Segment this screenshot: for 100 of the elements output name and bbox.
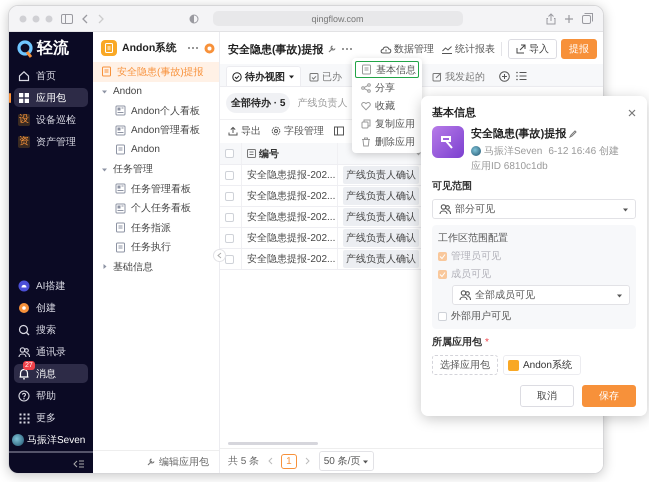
scrollbar-thumb[interactable] [228, 442, 318, 445]
app-name: 安全隐患(事故)提报 [471, 126, 566, 141]
upload-icon [228, 126, 238, 136]
caret-right-icon [101, 263, 108, 270]
page-size-select[interactable]: 50 条/页 [318, 451, 374, 471]
status-tag: 产线负责人确认 [343, 229, 419, 247]
tree-item[interactable]: Andon管理看板 [93, 120, 219, 140]
app-icon: 设 [18, 114, 30, 126]
avatar [471, 146, 481, 156]
nav-item[interactable]: 资 资产管理 [14, 132, 88, 151]
table-cell-text: 安全隐患提报-202... [247, 210, 336, 224]
wrench-icon[interactable] [327, 44, 338, 54]
choose-package-button[interactable]: 选择应用包 [432, 355, 498, 375]
nav-item[interactable]: 首页 [14, 66, 88, 85]
user-name[interactable]: 马振洋Seven [27, 433, 86, 447]
tree-item[interactable]: 任务执行 [93, 238, 219, 257]
robot-icon [18, 280, 30, 292]
row-checkbox[interactable] [225, 234, 234, 242]
toolbar-link[interactable]: 数据管理 [380, 42, 434, 56]
contacts-icon [439, 203, 451, 215]
collapse-handle[interactable] [213, 249, 226, 262]
view-tab[interactable]: 已办 [303, 66, 348, 86]
column-header[interactable]: 编号 [242, 143, 338, 164]
collapse-sidebar-icon[interactable] [73, 459, 85, 469]
sidebar-icon[interactable] [61, 14, 73, 24]
status-tag: 产线负责人确认 [343, 250, 419, 268]
more-icon[interactable] [341, 47, 354, 51]
row-checkbox[interactable] [225, 170, 234, 180]
window-controls-icon[interactable] [19, 14, 53, 22]
number-icon [247, 149, 256, 158]
nav-item[interactable]: 更多 [14, 408, 88, 427]
cancel-button[interactable]: 取消 [520, 385, 574, 407]
contacts-icon [18, 346, 30, 358]
checkbox-label: 外部用户可见 [451, 310, 511, 323]
tree-item[interactable]: 个人任务看板 [93, 198, 219, 218]
toolbar-button[interactable]: 导出 [228, 124, 261, 138]
checkbox[interactable] [438, 312, 447, 320]
dot-icon[interactable] [204, 42, 216, 54]
cloud-icon [380, 44, 392, 54]
view-tab[interactable]: 待办视图 [226, 66, 301, 86]
tree-group-label[interactable]: 基础信息 [113, 260, 153, 274]
row-checkbox[interactable] [225, 212, 234, 222]
add-view-icon[interactable] [499, 70, 510, 82]
view-tab[interactable]: 我发起的 [426, 66, 491, 86]
tree-group-label[interactable]: Andon [113, 86, 142, 97]
status-tag: 产线负责人确认 [343, 187, 419, 205]
author-name: 马振洋Seven [484, 145, 542, 158]
toolbar-button[interactable]: 字段管理 [271, 124, 324, 138]
tabs-icon[interactable] [582, 13, 593, 24]
table-cell-text: 安全隐患提报-202... [247, 168, 336, 182]
import-icon [516, 44, 526, 54]
plus-icon[interactable] [564, 14, 574, 24]
created-time: 6-12 16:46 创建 [548, 144, 619, 158]
nav-item[interactable]: 创建 [14, 298, 88, 317]
more-icon[interactable] [187, 46, 200, 50]
nav-item[interactable]: 设 设备巡检 [14, 110, 88, 129]
document-icon [105, 43, 113, 53]
app-icon[interactable] [432, 126, 464, 158]
menu-item[interactable]: 基本信息 [355, 61, 419, 78]
package-chip: Andon系统 [503, 355, 581, 375]
tree-item[interactable]: Andon个人看板 [93, 101, 219, 120]
nav-item[interactable]: 通讯录 [14, 342, 88, 361]
member-scope-select[interactable]: 全部成员可见 [452, 285, 630, 305]
next-page-icon[interactable] [304, 457, 311, 465]
nav-item[interactable]: 应用包 [14, 88, 88, 107]
share-icon[interactable] [546, 12, 556, 24]
tree-item[interactable]: 任务管理看板 [93, 179, 219, 198]
filter-chip[interactable]: 全部待办 · 5 [226, 93, 290, 113]
nav-item[interactable]: 搜索 [14, 320, 88, 339]
toolbar-link[interactable]: 统计报表 [441, 42, 495, 56]
home-icon [18, 70, 30, 82]
row-checkbox[interactable] [225, 192, 234, 200]
document-icon [115, 144, 126, 156]
previous-page-icon[interactable] [267, 457, 274, 465]
tree-item[interactable]: Andon [93, 140, 219, 160]
address-bar[interactable]: qingflow.com [212, 11, 462, 26]
caret-down-icon [622, 206, 629, 212]
avatar[interactable] [12, 434, 24, 446]
list-icon[interactable] [516, 71, 527, 81]
table-cell-text: 安全隐患提报-202... [247, 232, 336, 245]
board-icon [115, 124, 126, 136]
visibility-select[interactable]: 部分可见 [432, 199, 636, 219]
tree-item[interactable]: 任务指派 [93, 218, 219, 238]
status-tag: 产线负责人确认 [343, 166, 419, 184]
select-all-checkbox[interactable] [225, 149, 234, 158]
back-icon[interactable] [81, 14, 89, 24]
columns-icon[interactable] [334, 126, 344, 136]
app-id: 应用ID 6810c1db [471, 160, 548, 173]
bell-icon [18, 368, 30, 380]
document-icon [115, 222, 126, 234]
heart-icon [361, 100, 371, 110]
row-checkbox[interactable] [225, 254, 234, 264]
tree-group-label[interactable]: 任务管理 [113, 162, 153, 176]
nav-item[interactable]: AI搭建 [14, 276, 88, 295]
check-circle-icon [232, 72, 242, 82]
nav-item[interactable]: 帮助 [14, 386, 88, 405]
forward-icon[interactable] [97, 14, 105, 24]
import-button[interactable]: 导入 [508, 39, 557, 59]
edit-icon[interactable] [569, 130, 578, 138]
edit-package-link[interactable]: 编辑应用包 [159, 455, 209, 469]
